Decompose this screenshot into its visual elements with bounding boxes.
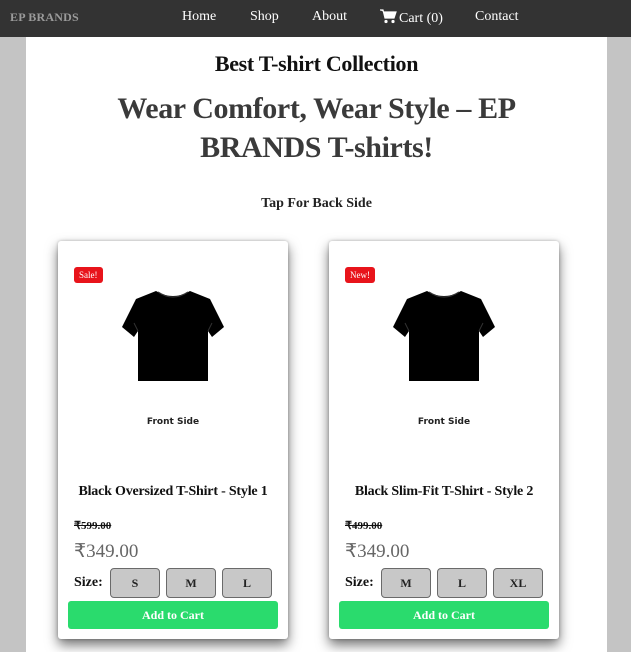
size-button-m[interactable]: M bbox=[166, 568, 216, 598]
sale-price: ₹349.00 bbox=[345, 541, 410, 562]
size-button-s[interactable]: S bbox=[110, 568, 160, 598]
sale-price: ₹349.00 bbox=[74, 541, 139, 562]
product-name: Black Slim-Fit T-Shirt - Style 2 bbox=[354, 484, 534, 499]
tap-hint: Tap For Back Side bbox=[261, 196, 372, 211]
sale-badge: Sale! bbox=[74, 267, 103, 283]
size-button-xl[interactable]: XL bbox=[493, 568, 543, 598]
size-label: Size: bbox=[345, 575, 374, 590]
add-to-cart-button[interactable]: Add to Cart bbox=[68, 601, 278, 629]
product-card-1[interactable]: Sale! Front Side Black Oversized T-Shirt… bbox=[58, 241, 288, 639]
side-label: Front Side bbox=[146, 417, 200, 427]
new-badge: New! bbox=[345, 267, 375, 283]
original-price: ₹599.00 bbox=[74, 520, 112, 532]
nav-link-shop[interactable]: Shop bbox=[250, 9, 279, 25]
nav-link-contact[interactable]: Contact bbox=[475, 9, 519, 25]
nav-link-about[interactable]: About bbox=[312, 9, 347, 25]
product-name: Black Oversized T-Shirt - Style 1 bbox=[78, 484, 268, 499]
original-price: ₹499.00 bbox=[345, 520, 383, 532]
size-button-l[interactable]: L bbox=[222, 568, 272, 598]
main-content: Best T-shirt Collection Wear Comfort, We… bbox=[26, 37, 607, 652]
nav-link-home[interactable]: Home bbox=[182, 9, 216, 25]
size-button-l[interactable]: L bbox=[437, 568, 487, 598]
cart-count: (0) bbox=[426, 11, 443, 26]
nav-link-cart[interactable]: Cart (0) bbox=[380, 9, 443, 29]
page-tagline: Wear Comfort, Wear Style – EP BRANDS T-s… bbox=[117, 92, 516, 164]
tshirt-image[interactable] bbox=[389, 287, 499, 383]
cart-label: Cart bbox=[399, 11, 424, 26]
size-button-m[interactable]: M bbox=[381, 568, 431, 598]
side-label: Front Side bbox=[417, 417, 471, 427]
tshirt-image[interactable] bbox=[118, 287, 228, 383]
top-navbar: EP BRANDS Home Shop About Cart (0) Conta… bbox=[0, 0, 631, 37]
page-title: Best T-shirt Collection bbox=[214, 51, 419, 76]
product-card-2[interactable]: New! Front Side Black Slim-Fit T-Shirt -… bbox=[329, 241, 559, 639]
cart-icon bbox=[380, 9, 397, 29]
add-to-cart-button[interactable]: Add to Cart bbox=[339, 601, 549, 629]
brand-logo[interactable]: EP BRANDS bbox=[10, 10, 79, 25]
size-label: Size: bbox=[74, 575, 103, 590]
